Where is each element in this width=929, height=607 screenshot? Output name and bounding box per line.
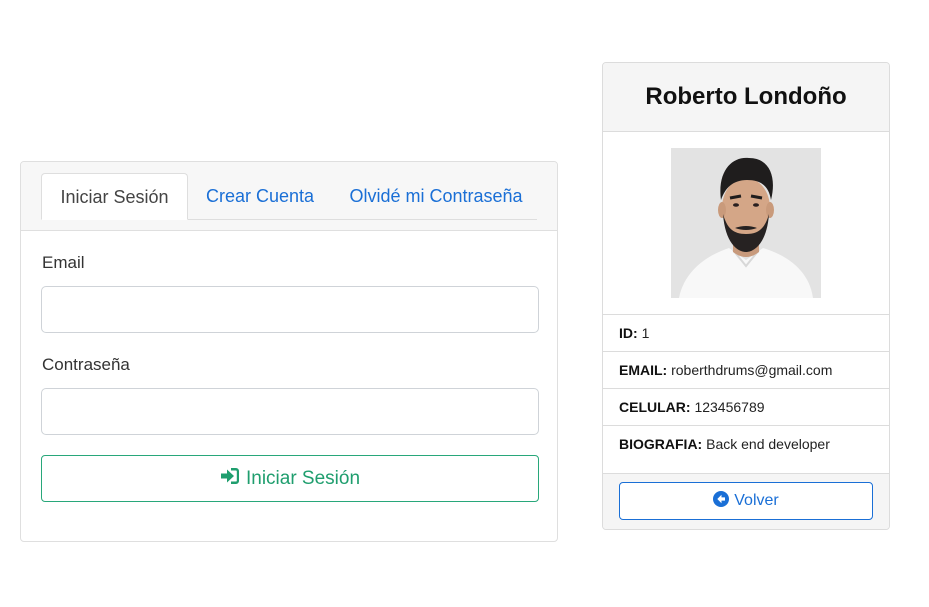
info-row-biografia: BIOGRAFIA: Back end developer — [603, 426, 889, 475]
info-value-celular: 123456789 — [694, 399, 765, 415]
password-field[interactable] — [41, 388, 539, 435]
info-row-email: EMAIL: roberthdrums@gmail.com — [603, 352, 889, 389]
sign-in-icon — [220, 467, 240, 491]
tab-iniciar-sesion[interactable]: Iniciar Sesión — [41, 173, 188, 220]
login-card: Iniciar Sesión Crear Cuenta Olvidé mi Co… — [20, 161, 558, 542]
info-label-email: EMAIL: — [619, 362, 668, 378]
tab-olvide-contrasena[interactable]: Olvidé mi Contraseña — [343, 173, 529, 220]
info-value-email: roberthdrums@gmail.com — [671, 362, 833, 378]
info-row-id: ID: 1 — [603, 315, 889, 352]
info-label-biografia: BIOGRAFIA: — [619, 436, 703, 452]
info-label-id: ID: — [619, 325, 638, 341]
profile-card: Roberto Londoño ID: 1 EMAIL: roberthdrum… — [602, 62, 890, 530]
login-card-header: Iniciar Sesión Crear Cuenta Olvidé mi Co… — [21, 162, 557, 231]
email-label: Email — [42, 253, 85, 272]
profile-card-footer: Volver — [603, 473, 889, 529]
back-button[interactable]: Volver — [619, 482, 873, 520]
login-submit-label: Iniciar Sesión — [245, 467, 361, 489]
info-label-celular: CELULAR: — [619, 399, 691, 415]
info-value-biografia: Back end developer — [706, 436, 830, 452]
login-submit-button[interactable]: Iniciar Sesión — [41, 455, 539, 502]
tab-crear-cuenta[interactable]: Crear Cuenta — [197, 173, 323, 220]
email-field[interactable] — [41, 286, 539, 333]
info-value-id: 1 — [641, 325, 650, 341]
arrow-circle-left-icon — [713, 490, 730, 512]
profile-photo — [671, 148, 821, 298]
profile-name: Roberto Londoño — [603, 63, 889, 132]
photo-section — [603, 132, 889, 315]
info-row-celular: CELULAR: 123456789 — [603, 389, 889, 426]
password-label: Contraseña — [42, 355, 130, 374]
back-button-label: Volver — [734, 492, 779, 509]
